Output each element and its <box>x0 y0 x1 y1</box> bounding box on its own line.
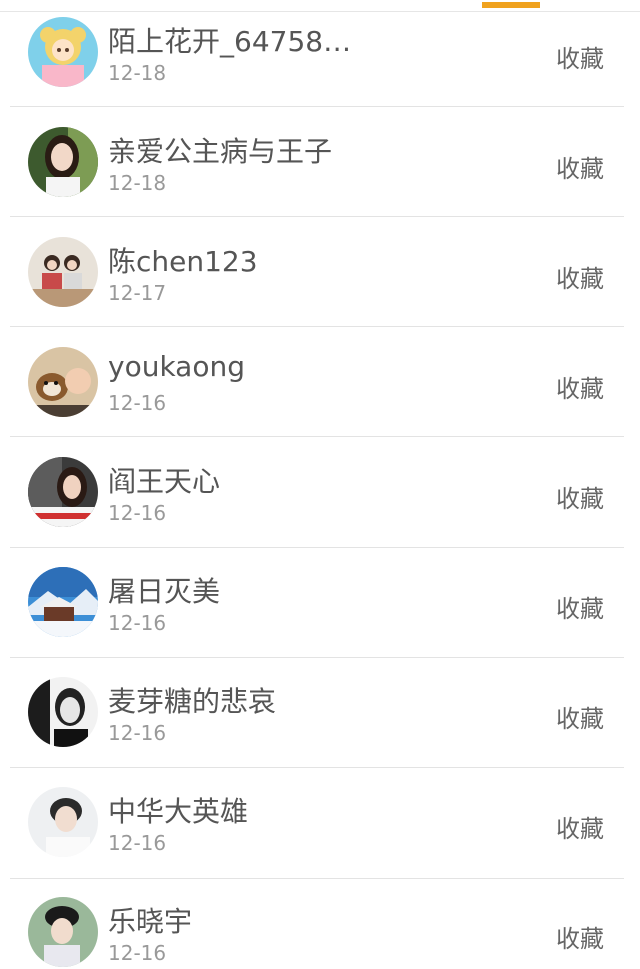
list-item[interactable]: 中华大英雄 12-16 收藏 <box>0 770 640 880</box>
row-divider <box>10 436 624 437</box>
favorite-button[interactable]: 收藏 <box>556 699 604 734</box>
row-divider <box>10 657 624 658</box>
user-name: 陈chen123 <box>108 245 258 278</box>
item-date: 12-17 <box>108 281 167 305</box>
favorite-button[interactable]: 收藏 <box>556 149 604 184</box>
list-item[interactable]: 阎王天心 12-16 收藏 <box>0 440 640 550</box>
girl-portrait-avatar[interactable] <box>28 127 98 197</box>
list-item[interactable]: 亲爱公主病与王子 12-18 收藏 <box>0 110 640 220</box>
costume-portrait-avatar[interactable] <box>28 897 98 967</box>
row-divider <box>10 216 624 217</box>
item-date: 12-16 <box>108 721 167 745</box>
favorites-screen: 陌上花开_64758… 12-18 收藏 亲爱公主病与王子 12-18 收藏 陈… <box>0 0 640 969</box>
favorite-button[interactable]: 收藏 <box>556 39 604 74</box>
favorite-button[interactable]: 收藏 <box>556 259 604 294</box>
user-name: 乐晓宇 <box>108 905 193 938</box>
favorite-button[interactable]: 收藏 <box>556 589 604 624</box>
row-divider <box>10 326 624 327</box>
list-item[interactable]: 陈chen123 12-17 收藏 <box>0 220 640 330</box>
row-divider <box>10 878 624 879</box>
snowy-house-avatar[interactable] <box>28 567 98 637</box>
bw-portrait-avatar[interactable] <box>28 677 98 747</box>
user-name: youkaong <box>108 350 245 383</box>
user-name: 屠日灭美 <box>108 575 221 608</box>
item-date: 12-18 <box>108 171 167 195</box>
dog-and-baby-avatar[interactable] <box>28 347 98 417</box>
boy-portrait-avatar[interactable] <box>28 787 98 857</box>
list-item[interactable]: 乐晓宇 12-16 收藏 <box>0 880 640 969</box>
list-item[interactable]: 陌上花开_64758… 12-18 收藏 <box>0 0 640 110</box>
row-divider <box>10 106 624 107</box>
item-date: 12-16 <box>108 391 167 415</box>
user-name: 亲爱公主病与王子 <box>108 135 333 168</box>
user-name: 麦芽糖的悲哀 <box>108 685 277 718</box>
user-name: 陌上花开_64758… <box>108 25 352 58</box>
favorite-button[interactable]: 收藏 <box>556 809 604 844</box>
item-date: 12-16 <box>108 611 167 635</box>
girl-with-caption-avatar[interactable] <box>28 457 98 527</box>
item-date: 12-16 <box>108 941 167 965</box>
item-date: 12-18 <box>108 61 167 85</box>
favorite-button[interactable]: 收藏 <box>556 369 604 404</box>
favorite-button[interactable]: 收藏 <box>556 919 604 954</box>
user-name: 中华大英雄 <box>108 795 249 828</box>
couple-photo-avatar[interactable] <box>28 237 98 307</box>
list-item[interactable]: 屠日灭美 12-16 收藏 <box>0 550 640 660</box>
favorite-button[interactable]: 收藏 <box>556 479 604 514</box>
item-date: 12-16 <box>108 831 167 855</box>
user-name: 阎王天心 <box>108 465 221 498</box>
item-date: 12-16 <box>108 501 167 525</box>
row-divider <box>10 547 624 548</box>
cartoon-girl-avatar[interactable] <box>28 17 98 87</box>
row-divider <box>10 767 624 768</box>
list-item[interactable]: youkaong 12-16 收藏 <box>0 330 640 440</box>
list-item[interactable]: 麦芽糖的悲哀 12-16 收藏 <box>0 660 640 770</box>
